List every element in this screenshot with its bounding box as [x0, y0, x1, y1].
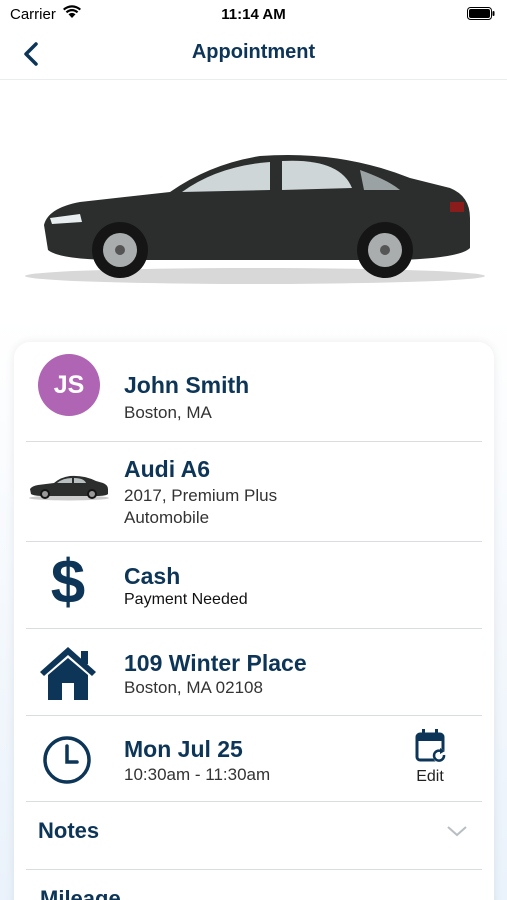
dollar-icon: $: [50, 548, 86, 617]
notes-row[interactable]: Notes: [26, 802, 482, 870]
vehicle-row[interactable]: Audi A6 2017, Premium Plus Automobile: [26, 442, 482, 542]
customer-location: Boston, MA: [124, 403, 212, 422]
vehicle-hero-image: [25, 154, 485, 284]
vehicle-model: Audi A6: [124, 456, 211, 482]
payment-status: Payment Needed: [124, 591, 248, 608]
status-bar: Carrier 11:14 AM: [0, 0, 507, 28]
navigation-bar: Appointment: [0, 28, 507, 80]
customer-name: John Smith: [124, 372, 250, 398]
status-time: 11:14 AM: [221, 6, 286, 23]
edit-schedule-button[interactable]: Edit: [406, 728, 462, 790]
appointment-details-card: JS John Smith Boston, MA Audi A6 2017, P…: [14, 342, 494, 900]
vehicle-detail: 2017, Premium Plus: [124, 486, 278, 505]
chevron-down-icon[interactable]: [446, 824, 468, 838]
payment-method: Cash: [124, 563, 181, 589]
appointment-time: 10:30am - 11:30am: [124, 765, 271, 784]
address-street: 109 Winter Place: [124, 650, 307, 676]
page-title: Appointment: [191, 41, 316, 63]
appointment-date: Mon Jul 25: [124, 736, 243, 762]
customer-row[interactable]: JS John Smith Boston, MA: [26, 342, 482, 442]
payment-row[interactable]: $ Cash Payment Needed: [26, 542, 482, 629]
notes-title: Notes: [38, 818, 100, 843]
calendar-refresh-icon: [415, 729, 447, 763]
address-city: Boston, MA 02108: [124, 678, 263, 697]
home-icon: [40, 647, 96, 700]
schedule-row[interactable]: Mon Jul 25 10:30am - 11:30am Edit: [26, 716, 482, 802]
vehicle-type: Automobile: [124, 508, 210, 527]
avatar: JS: [38, 354, 100, 416]
car-icon: [29, 475, 109, 501]
address-row[interactable]: 109 Winter Place Boston, MA 02108: [26, 629, 482, 716]
edit-label: Edit: [416, 768, 444, 785]
clock-icon: [43, 736, 91, 784]
mileage-title: Mileage: [40, 886, 121, 900]
battery-icon: [467, 7, 495, 20]
